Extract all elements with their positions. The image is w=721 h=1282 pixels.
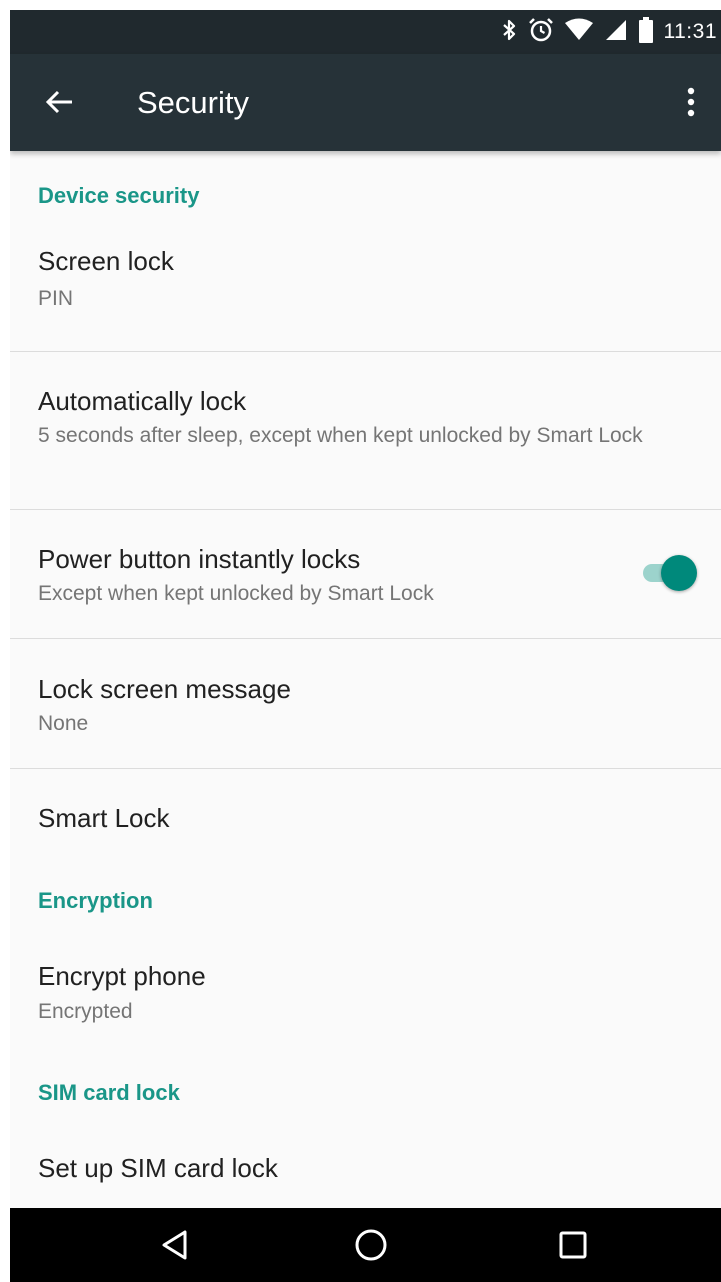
alarm-icon	[528, 17, 554, 48]
setting-encrypt-phone[interactable]: Encrypt phone Encrypted	[10, 931, 721, 1041]
app-bar: Security	[10, 54, 721, 151]
setting-title: Lock screen message	[38, 674, 291, 704]
page-title: Security	[137, 85, 249, 120]
nav-home-button[interactable]	[341, 1218, 401, 1272]
setting-title: Encrypt phone	[38, 961, 206, 991]
battery-icon	[638, 16, 654, 48]
section-header-sim-card-lock: SIM card lock	[38, 1080, 180, 1105]
bluetooth-icon	[500, 18, 518, 47]
setting-title: Set up SIM card lock	[38, 1153, 278, 1183]
setting-summary: PIN	[38, 287, 74, 310]
power-button-toggle[interactable]	[637, 555, 697, 591]
status-time: 11:31	[663, 20, 717, 43]
setting-smart-lock[interactable]: Smart Lock	[10, 769, 721, 869]
setting-title: Smart Lock	[38, 803, 170, 833]
screen: 11:31 Security Device security Screen lo…	[10, 10, 721, 1282]
more-vert-icon	[687, 87, 695, 117]
status-bar: 11:31	[10, 10, 721, 54]
wifi-icon	[564, 18, 594, 47]
status-icons: 11:31	[500, 10, 718, 54]
setting-set-up-sim-card-lock[interactable]: Set up SIM card lock	[10, 1123, 721, 1203]
nav-back-button[interactable]	[145, 1218, 205, 1272]
nav-recents-button[interactable]	[543, 1218, 603, 1272]
setting-title: Power button instantly locks	[38, 544, 361, 574]
navigation-bar	[10, 1208, 721, 1282]
setting-title: Automatically lock	[38, 386, 247, 416]
setting-screen-lock[interactable]: Screen lock PIN	[10, 233, 721, 351]
overflow-menu-button[interactable]	[675, 80, 707, 124]
back-button[interactable]	[38, 80, 82, 124]
setting-lock-screen-message[interactable]: Lock screen message None	[10, 639, 721, 768]
section-header-encryption: Encryption	[38, 888, 153, 913]
back-triangle-icon	[162, 1230, 187, 1260]
setting-summary: Encrypted	[38, 1000, 133, 1023]
setting-automatically-lock[interactable]: Automatically lock 5 seconds after sleep…	[10, 352, 721, 509]
section-header-device-security: Device security	[38, 183, 200, 208]
setting-title: Screen lock	[38, 246, 174, 276]
setting-power-button-instantly-locks[interactable]: Power button instantly locks Except when…	[10, 510, 721, 638]
arrow-back-icon	[45, 90, 72, 114]
setting-summary: None	[38, 712, 89, 735]
recents-square-icon	[559, 1231, 587, 1259]
home-circle-icon	[355, 1229, 387, 1261]
cell-signal-icon	[604, 18, 628, 47]
setting-summary: Except when kept unlocked by Smart Lock	[38, 582, 434, 605]
setting-summary: 5 seconds after sleep, except when kept …	[38, 424, 643, 447]
toggle-thumb	[661, 555, 697, 591]
